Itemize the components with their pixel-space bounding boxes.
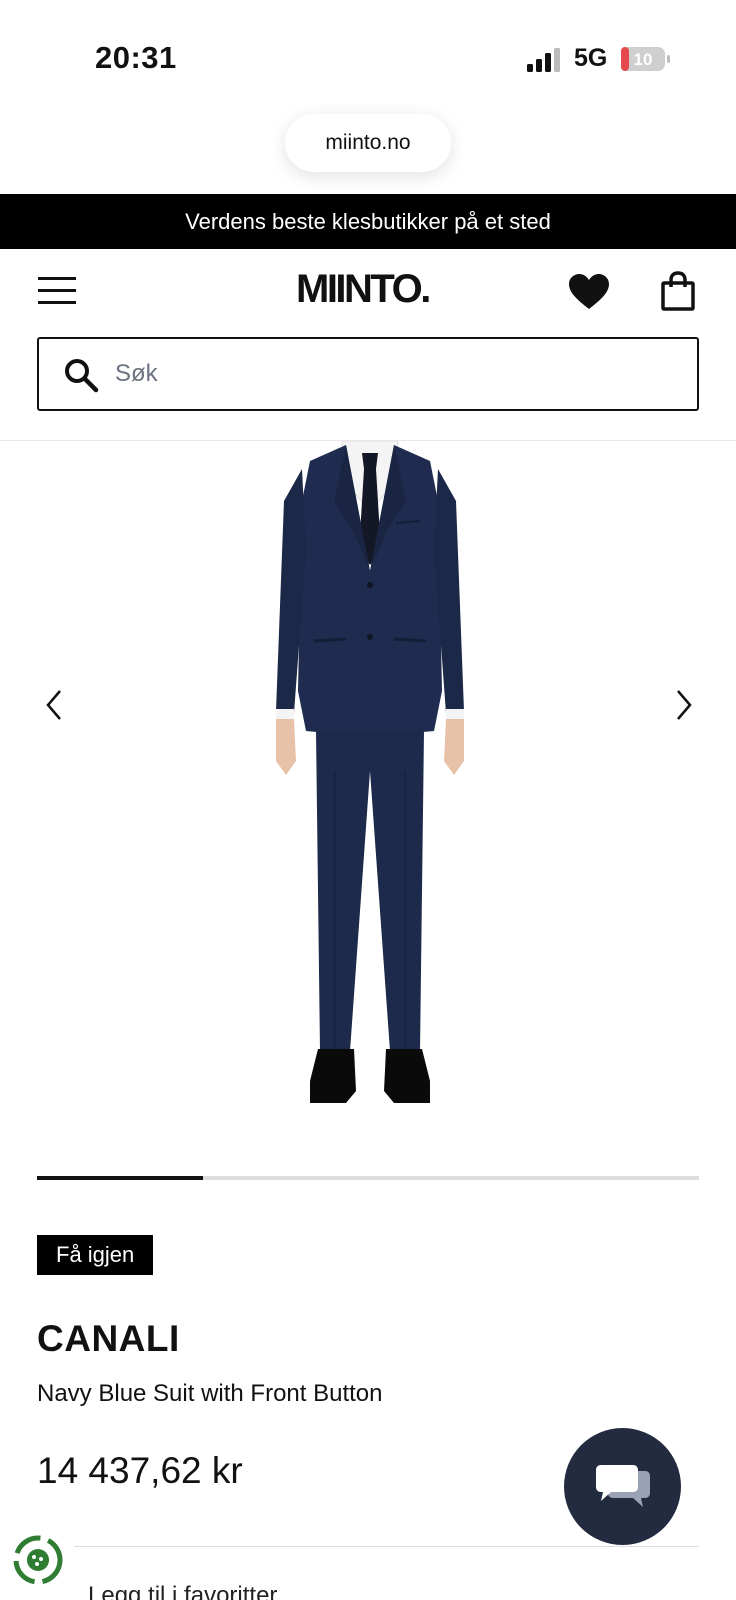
search-input[interactable] bbox=[115, 353, 675, 395]
network-label: 5G bbox=[574, 44, 608, 72]
site-header: MIINTO. bbox=[0, 249, 736, 339]
section-divider bbox=[74, 1546, 699, 1547]
menu-icon[interactable] bbox=[38, 275, 76, 307]
battery-icon: 10 bbox=[620, 46, 672, 72]
cashback-badge: Få igjen bbox=[37, 1235, 154, 1275]
product-name: Navy Blue Suit with Front Button bbox=[37, 1380, 383, 1407]
chat-icon bbox=[595, 1464, 650, 1507]
search-box[interactable] bbox=[37, 337, 699, 411]
url-text: miinto.no bbox=[325, 131, 411, 154]
site-logo[interactable]: MIINTO. bbox=[296, 267, 431, 312]
announcement-text: Verdens beste klesbutikker på et sted bbox=[185, 208, 551, 234]
product-image bbox=[276, 441, 464, 1103]
gallery-progress bbox=[37, 1176, 699, 1180]
add-to-favorites-button[interactable]: Legg til i favoritter bbox=[88, 1582, 277, 1600]
chevron-right-icon[interactable] bbox=[668, 686, 698, 724]
heart-icon[interactable] bbox=[568, 273, 610, 311]
announcement-bar: Verdens beste klesbutikker på et sted bbox=[0, 194, 736, 249]
chevron-left-icon[interactable] bbox=[40, 686, 70, 724]
product-price: 14 437,62 kr bbox=[37, 1450, 243, 1491]
product-brand[interactable]: CANALI bbox=[37, 1318, 180, 1360]
status-bar: 20:31 5G 10 bbox=[0, 0, 736, 110]
chat-button[interactable] bbox=[564, 1428, 681, 1545]
bag-icon[interactable] bbox=[660, 271, 696, 311]
product-gallery[interactable] bbox=[0, 441, 736, 1141]
url-bar[interactable]: miinto.no bbox=[285, 114, 451, 172]
signal-icon bbox=[527, 48, 560, 72]
battery-level: 10 bbox=[634, 50, 653, 69]
status-time: 20:31 bbox=[95, 40, 177, 75]
eco-icon[interactable] bbox=[12, 1534, 64, 1586]
search-icon bbox=[65, 359, 99, 393]
gallery-progress-fill bbox=[37, 1176, 203, 1180]
